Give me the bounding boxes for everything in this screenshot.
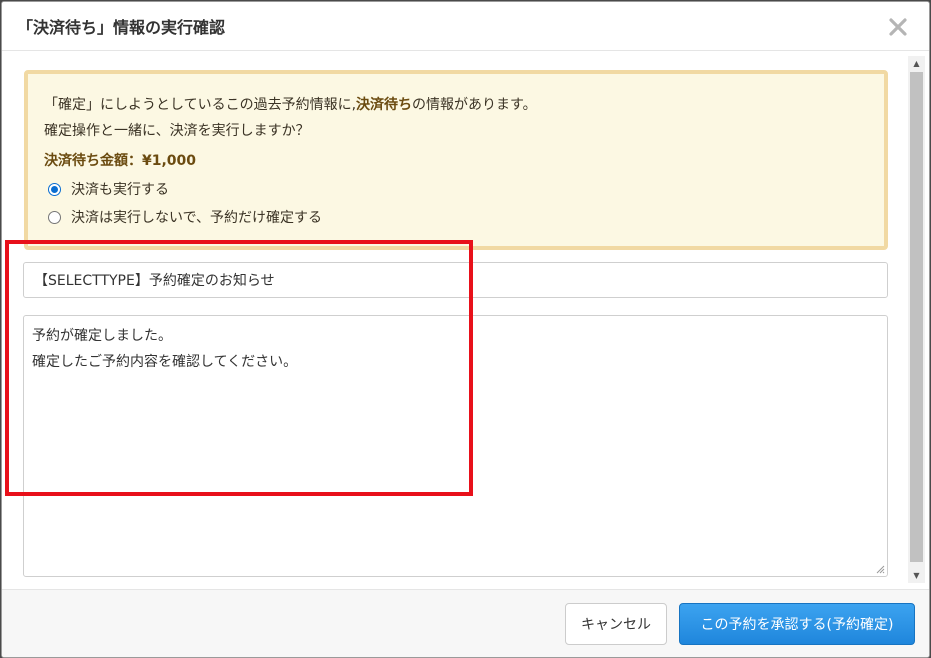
approve-reservation-button[interactable]: この予約を承認する(予約確定) xyxy=(679,603,915,645)
dialog-footer: キャンセル この予約を承認する(予約確定) xyxy=(2,589,929,657)
resize-grip-icon[interactable] xyxy=(875,564,885,574)
scroll-thumb[interactable] xyxy=(910,72,923,562)
vertical-scrollbar[interactable]: ▲ ▼ xyxy=(908,56,925,583)
dialog-header: 「決済待ち」情報の実行確認 xyxy=(2,2,929,51)
notice-line-1: 「確定」にしようとしているこの過去予約情報に,決済待ちの情報があります。 xyxy=(44,97,537,113)
close-icon[interactable] xyxy=(887,16,909,38)
pending-amount: 決済待ち金額：¥1,000 xyxy=(44,153,197,169)
payment-pending-notice: 「確定」にしようとしているこの過去予約情報に,決済待ちの情報があります。 確定操… xyxy=(24,70,888,250)
mail-body-textarea[interactable]: 予約が確定しました。 確定したご予約内容を確認してください。 xyxy=(23,315,888,577)
mail-subject-input[interactable]: 【SELECTTYPE】予約確定のお知らせ xyxy=(23,262,888,298)
cancel-button[interactable]: キャンセル xyxy=(565,603,667,645)
mail-body-line-2: 確定したご予約内容を確認してください。 xyxy=(32,354,298,370)
notice-line-2: 確定操作と一緒に、決済を実行しますか？ xyxy=(44,123,310,139)
scroll-up-arrow-icon[interactable]: ▲ xyxy=(908,56,925,71)
dialog-body: 「確定」にしようとしているこの過去予約情報に,決済待ちの情報があります。 確定操… xyxy=(2,51,929,588)
dialog-title: 「決済待ち」情報の実行確認 xyxy=(17,18,226,37)
option-label-confirm-only: 決済は実行しないで、予約だけ確定する xyxy=(71,210,323,226)
confirm-dialog: 「決済待ち」情報の実行確認 「確定」にしようとしているこの過去予約情報に,決済待… xyxy=(1,1,930,658)
option-label-execute: 決済も実行する xyxy=(71,182,169,198)
radio-confirm-only[interactable] xyxy=(48,210,61,224)
option-execute-payment[interactable]: 決済も実行する xyxy=(48,179,169,199)
option-confirm-only[interactable]: 決済は実行しないで、予約だけ確定する xyxy=(48,207,322,227)
notice-bold-text: 決済待ち xyxy=(356,97,413,113)
mail-body-line-1: 予約が確定しました。 xyxy=(32,328,172,344)
scroll-down-arrow-icon[interactable]: ▼ xyxy=(908,568,925,583)
radio-execute-payment[interactable] xyxy=(48,182,61,196)
